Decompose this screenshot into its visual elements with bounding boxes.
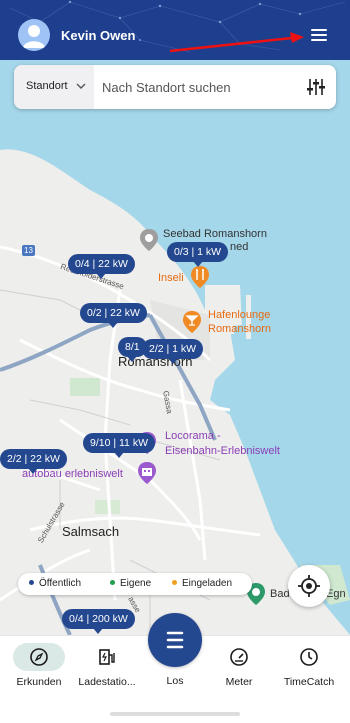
my-location-button[interactable]	[288, 565, 330, 607]
search-scope-select[interactable]: Standort	[14, 65, 94, 109]
search-scope-label: Standort	[26, 80, 68, 92]
nav-active-indicator	[13, 643, 65, 671]
nav-item-meter[interactable]: Meter	[204, 636, 274, 696]
legend-dot-invited	[172, 580, 177, 585]
nav-label: Meter	[225, 676, 253, 688]
charging-pill[interactable]: 0/4 | 22 kW	[68, 254, 135, 279]
poi-label-hafenlounge-2: Romanshorn	[208, 323, 271, 335]
legend-item-own: Eigene	[110, 578, 151, 589]
legend-dot-public	[29, 580, 34, 585]
home-indicator	[110, 712, 240, 716]
map-legend: Öffentlich Eigene Eingeladen	[18, 573, 252, 595]
road-number-13: 13	[24, 246, 33, 255]
location-search-bar: Standort	[14, 65, 336, 109]
app-header: Kevin Owen	[0, 0, 350, 60]
gauge-icon	[230, 648, 248, 666]
nav-item-timecatch[interactable]: TimeCatch	[274, 636, 344, 696]
fab-label: Los	[166, 675, 184, 687]
charging-pill[interactable]: 0/4 | 200 kW	[62, 609, 135, 634]
legend-item-invited: Eingeladen	[172, 578, 232, 589]
charging-station-icon	[99, 649, 115, 665]
hamburger-menu-button[interactable]	[306, 24, 332, 46]
poi-label-bad-partial: Bad	[270, 588, 290, 600]
poi-label-seebad-partial: ned	[230, 241, 249, 253]
charging-pill[interactable]: 2/2 | 22 kW	[0, 449, 67, 474]
seebad-marker-icon[interactable]	[139, 228, 159, 252]
start-icon	[166, 631, 184, 649]
nav-item-ladestationen[interactable]: Ladestatio...	[72, 636, 142, 696]
user-avatar[interactable]	[18, 19, 50, 51]
nav-label: TimeCatch	[283, 676, 335, 688]
chevron-down-icon	[76, 83, 86, 89]
restaurant-marker-icon[interactable]	[190, 265, 210, 289]
clock-icon	[300, 648, 318, 666]
town-label-salmsach: Salmsach	[62, 524, 120, 539]
nav-item-erkunden[interactable]: Erkunden	[4, 636, 74, 696]
nav-label: Erkunden	[16, 676, 62, 688]
charging-pill[interactable]: 2/2 | 1 kW	[142, 339, 204, 364]
filter-sliders-icon[interactable]	[305, 76, 327, 98]
crosshair-icon	[298, 575, 320, 597]
poi-label-locorama-2: Eisenbahn-Erlebniswelt	[165, 445, 280, 457]
legend-dot-own	[110, 580, 115, 585]
bar-marker-icon[interactable]	[182, 310, 202, 334]
poi-label-seebad: Seebad Romanshorn	[163, 228, 267, 240]
poi-label-hafenlounge-1: Hafenlounge	[208, 309, 271, 321]
start-fab-button[interactable]	[148, 613, 202, 667]
map-view[interactable]: Seebad Romanshorn ned Inseli Hafenlounge…	[0, 60, 350, 635]
nav-label: Ladestatio...	[78, 676, 136, 688]
search-input[interactable]	[102, 76, 292, 98]
user-name: Kevin Owen	[61, 28, 136, 43]
poi-label-inseli: Inseli	[158, 272, 184, 284]
charging-pill[interactable]: 0/3 | 1 kW	[167, 242, 229, 267]
museum-marker-icon[interactable]	[137, 461, 157, 485]
charging-pill[interactable]: 9/10 | 11 kW	[83, 433, 155, 458]
user-icon	[23, 25, 45, 48]
header-constellation-decoration	[9, 0, 346, 53]
legend-item-public: Öffentlich	[29, 578, 81, 589]
poi-label-locorama-1: Locorama -	[165, 430, 221, 442]
compass-icon	[30, 648, 48, 666]
charging-pill[interactable]: 0/2 | 22 kW	[80, 303, 147, 328]
